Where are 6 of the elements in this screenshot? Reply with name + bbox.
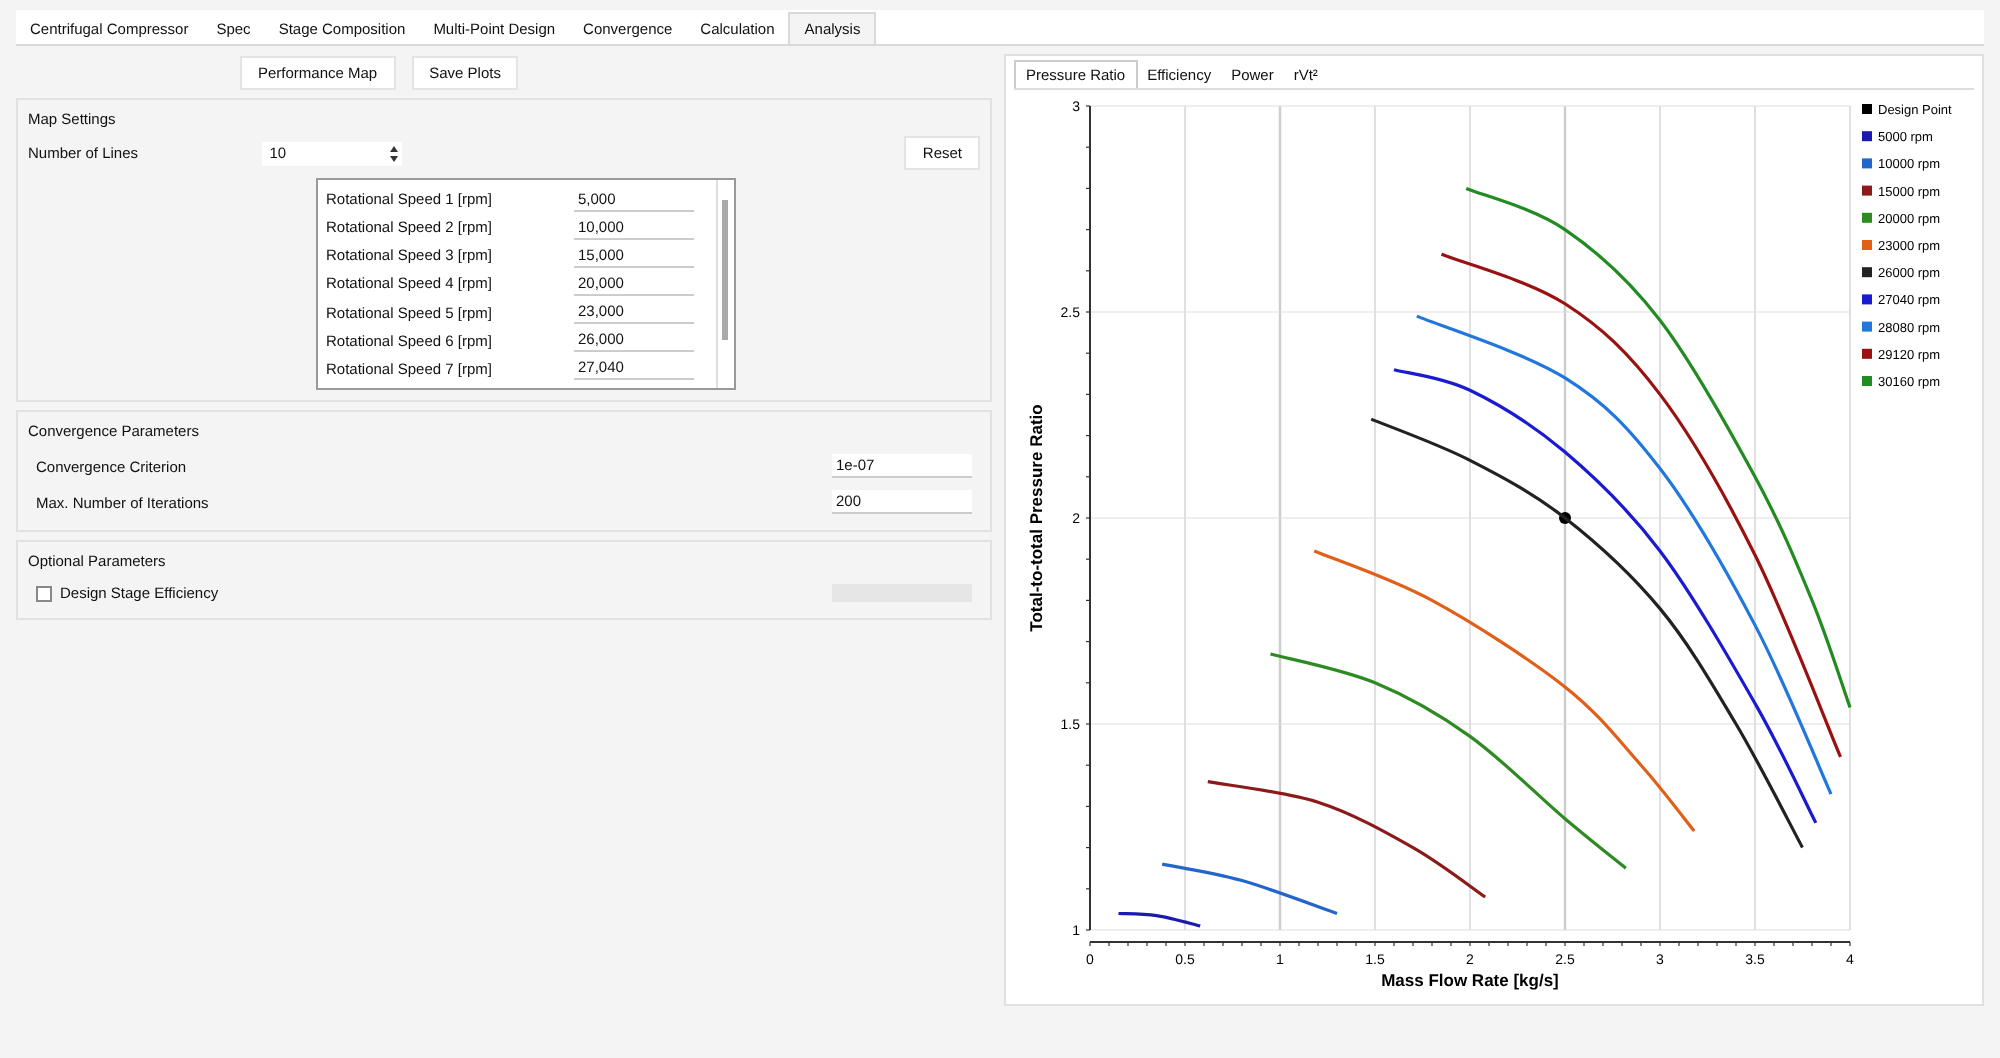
design-point-marker	[1559, 512, 1571, 524]
x-axis-title: Mass Flow Rate [kg/s]	[1381, 970, 1559, 990]
spin-arrows-icon[interactable]	[385, 143, 402, 163]
checkbox[interactable]	[36, 585, 52, 601]
scrollbar[interactable]	[716, 180, 734, 388]
y-axis-title: Total-to-total Pressure Ratio	[1026, 404, 1046, 632]
